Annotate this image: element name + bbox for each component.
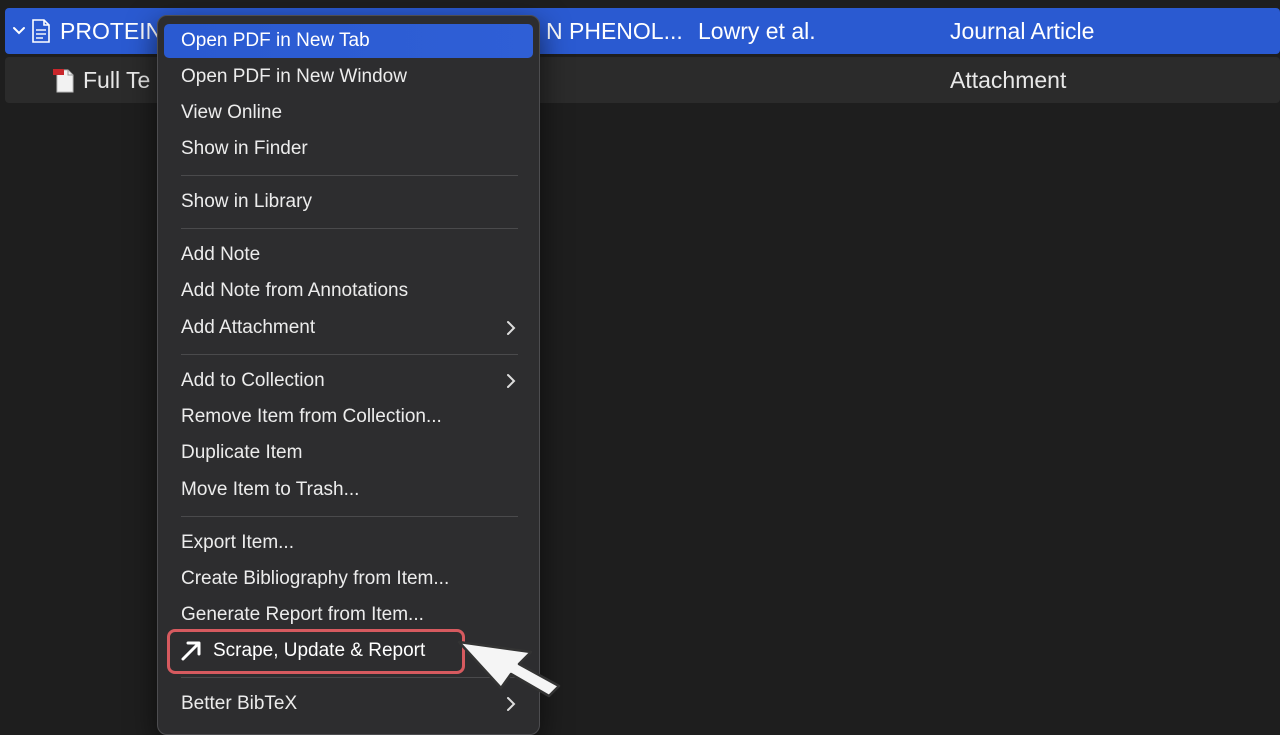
chevron-down-icon[interactable]: [11, 8, 27, 54]
menu-item-label: Add Note: [181, 244, 261, 265]
menu-item-label: Better BibTeX: [181, 693, 298, 714]
menu-item-label: Add Attachment: [181, 317, 316, 338]
pdf-file-icon: [53, 69, 74, 93]
menu-item-label: Show in Finder: [181, 138, 308, 159]
menu-item-label: Export Item...: [181, 532, 294, 553]
menu-item-generate-report[interactable]: Generate Report from Item...: [158, 598, 539, 632]
menu-item-duplicate-item[interactable]: Duplicate Item: [158, 436, 539, 470]
context-menu: Open PDF in New Tab Open PDF in New Wind…: [157, 15, 540, 735]
menu-item-show-in-library[interactable]: Show in Library: [158, 185, 539, 219]
menu-separator: [181, 516, 518, 517]
menu-item-open-pdf-new-window[interactable]: Open PDF in New Window: [158, 60, 539, 94]
menu-separator: [181, 354, 518, 355]
menu-item-label: Show in Library: [181, 191, 312, 212]
menu-item-create-bibliography[interactable]: Create Bibliography from Item...: [158, 562, 539, 596]
attachment-title: Full Te: [83, 67, 151, 93]
menu-item-add-note-from-annotations[interactable]: Add Note from Annotations: [158, 274, 539, 308]
menu-item-add-to-collection[interactable]: Add to Collection: [158, 364, 539, 398]
menu-item-label: Generate Report from Item...: [181, 604, 424, 625]
menu-item-remove-from-collection[interactable]: Remove Item from Collection...: [158, 400, 539, 434]
menu-item-label: Add Note from Annotations: [181, 280, 409, 301]
menu-item-label: Open PDF in New Tab: [181, 30, 370, 51]
menu-item-export-item[interactable]: Export Item...: [158, 526, 539, 560]
menu-item-label: Move Item to Trash...: [181, 479, 360, 500]
chevron-right-icon: [507, 321, 516, 335]
menu-separator: [181, 175, 518, 176]
menu-item-label: Remove Item from Collection...: [181, 406, 442, 427]
menu-item-move-to-trash[interactable]: Move Item to Trash...: [158, 473, 539, 507]
menu-item-show-in-finder[interactable]: Show in Finder: [158, 132, 539, 166]
menu-item-label: View Online: [181, 102, 283, 123]
menu-item-label: Create Bibliography from Item...: [181, 568, 450, 589]
item-creator: Lowry et al.: [698, 18, 816, 44]
item-title: PROTEIN: [60, 18, 163, 44]
item-title-overflow: N PHENOL...: [546, 18, 683, 44]
chevron-right-icon: [507, 374, 516, 388]
menu-item-label: Open PDF in New Window: [181, 66, 407, 87]
menu-item-label: Add to Collection: [181, 370, 325, 391]
scrape-update-report-label: Scrape, Update & Report: [213, 640, 426, 661]
item-type: Journal Article: [950, 18, 1095, 44]
menu-item-add-note[interactable]: Add Note: [158, 238, 539, 272]
pointer-arrow-icon: [457, 640, 561, 698]
arrow-up-right-icon: [181, 641, 201, 661]
document-icon: [32, 19, 50, 43]
menu-item-add-attachment[interactable]: Add Attachment: [158, 311, 539, 345]
attachment-type: Attachment: [950, 67, 1067, 93]
menu-separator: [181, 228, 518, 229]
menu-item-open-pdf-new-tab[interactable]: Open PDF in New Tab: [164, 24, 533, 58]
menu-item-view-online[interactable]: View Online: [158, 96, 539, 130]
menu-item-label: Duplicate Item: [181, 442, 303, 463]
